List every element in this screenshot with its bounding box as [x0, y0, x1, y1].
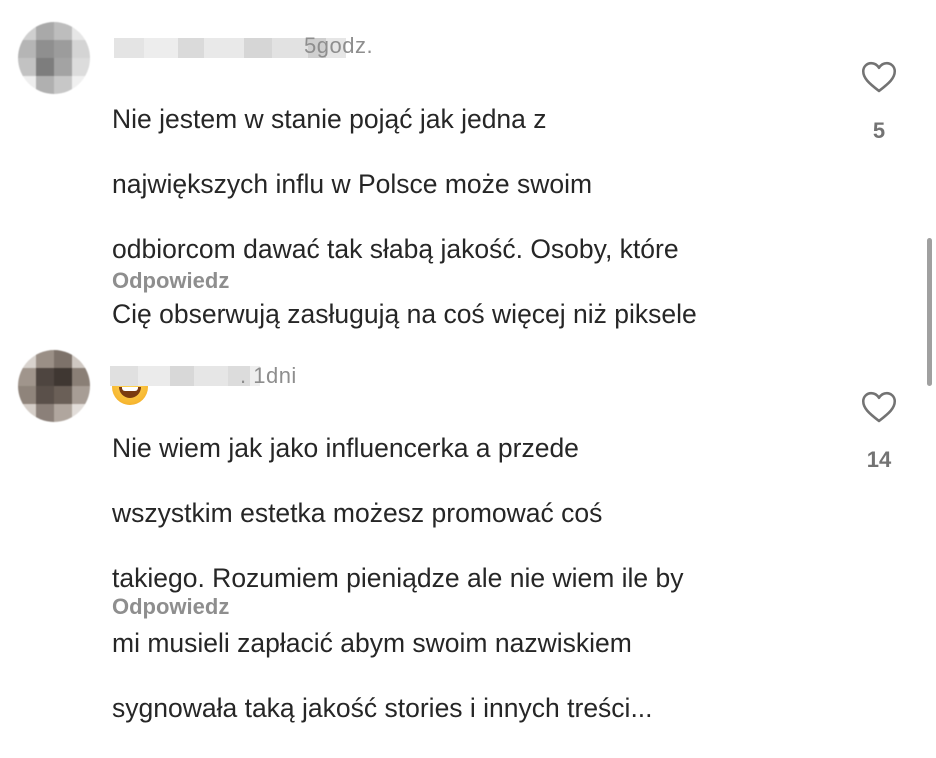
avatar-blurred[interactable] [18, 350, 90, 422]
comment-line: sygnowała taką jakość stories i innych t… [112, 693, 653, 724]
comment-line: takiego. Rozumiem pieniądze ale nie wiem… [112, 562, 684, 593]
comment-line: Nie wiem jak jako influencerka a przede [112, 432, 579, 463]
username-blurred[interactable] [110, 366, 260, 386]
heart-outline-icon[interactable] [861, 390, 897, 424]
avatar-blurred[interactable] [18, 22, 90, 94]
comment-line: największych influ w Polsce może swoim [112, 168, 593, 199]
comment-text: Nie jestem w stanie pojąć jak jedna z na… [112, 70, 832, 406]
like-count: 14 [866, 447, 892, 472]
comment-timestamp: 5godz. [304, 33, 374, 58]
heart-outline-icon[interactable] [861, 60, 897, 94]
reply-button[interactable]: Odpowiedz [112, 594, 229, 620]
comment-line: wszystkim estetka możesz promować coś [112, 497, 603, 528]
comment-line: Nie jestem w stanie pojąć jak jedna z [112, 103, 547, 134]
scrollbar[interactable] [927, 238, 932, 386]
comment-text: Nie wiem jak jako influencerka a przede … [112, 399, 832, 758]
reply-button[interactable]: Odpowiedz [112, 268, 229, 294]
comment-line: odbiorcom dawać tak słabą jakość. Osoby,… [112, 233, 679, 264]
comment-line: mi musieli zapłacić abym swoim nazwiskie… [112, 628, 632, 659]
comment-timestamp: . 1dni [240, 363, 297, 388]
comment-line: Cię obserwują zasługują na coś więcej ni… [112, 299, 697, 330]
like-count: 5 [872, 118, 886, 143]
